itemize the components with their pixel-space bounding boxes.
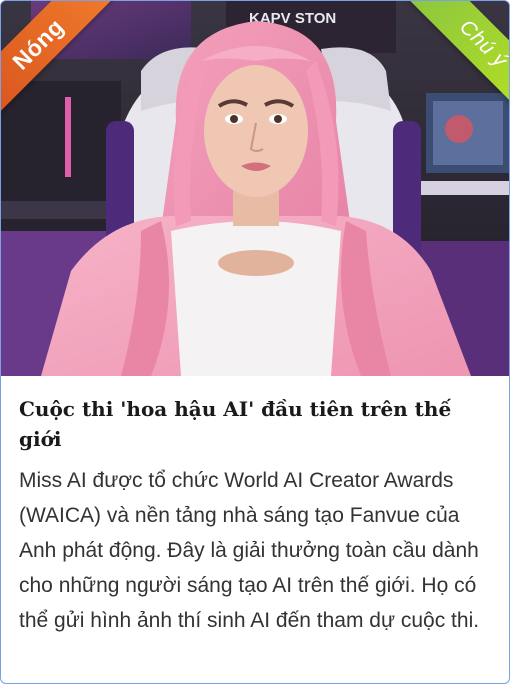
news-card[interactable]: KAPV STON Nóng Chú ý Cuộc thi 'hoa hậu A…	[0, 0, 510, 684]
article-excerpt: Miss AI được tổ chức World AI Creator Aw…	[19, 469, 480, 632]
article-title[interactable]: Cuộc thi 'hoa hậu AI' đầu tiên trên thế …	[19, 394, 489, 454]
led-strip	[65, 97, 71, 177]
white-top	[171, 221, 341, 376]
article-image[interactable]: KAPV STON	[1, 1, 509, 376]
photo-illustration: KAPV STON	[1, 1, 509, 376]
face	[204, 65, 308, 197]
